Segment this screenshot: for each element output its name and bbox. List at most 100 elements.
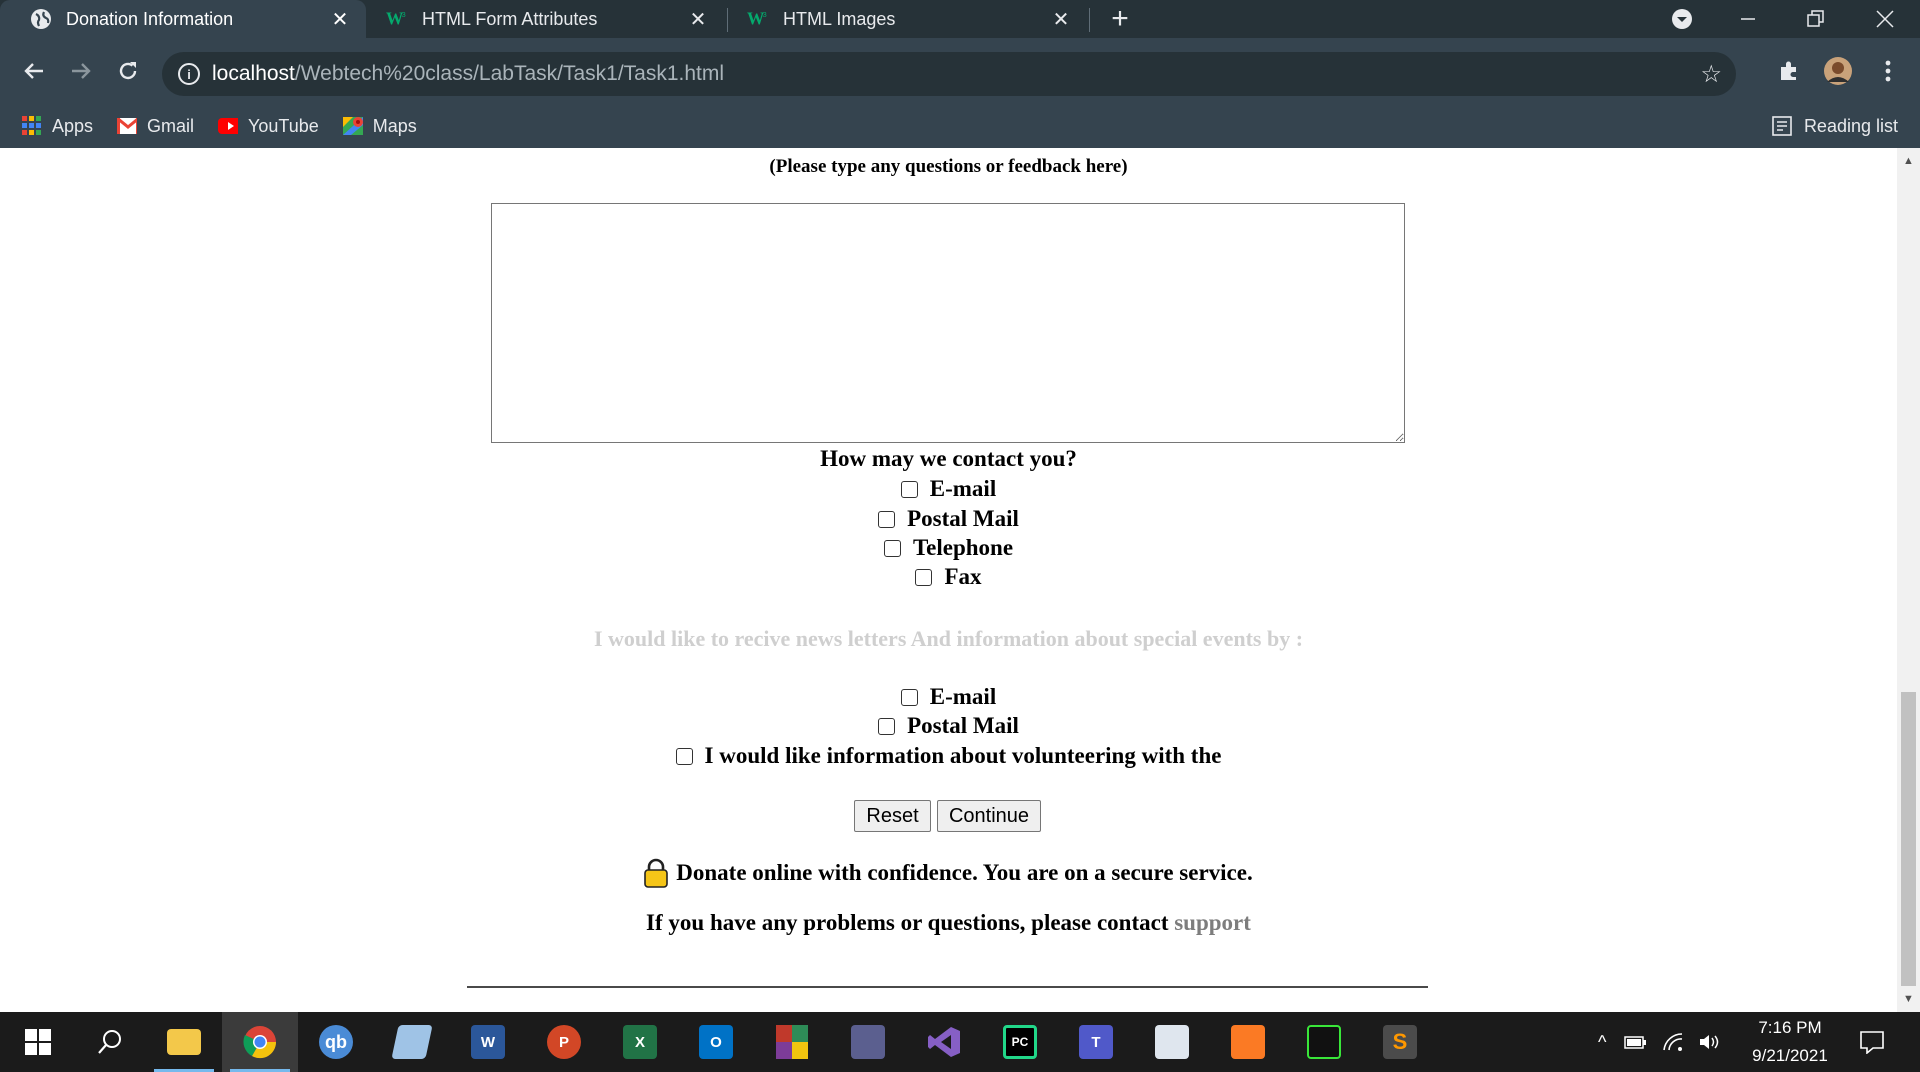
close-tab-icon[interactable]: ✕ xyxy=(684,7,712,32)
tab-donation-information[interactable]: Donation Information ✕ xyxy=(0,0,366,38)
reading-list-icon xyxy=(1772,116,1792,136)
taskbar-database-app[interactable] xyxy=(830,1012,906,1072)
problems-line: If you have any problems or questions, p… xyxy=(0,910,1897,936)
taskbar-outlook[interactable]: O xyxy=(678,1012,754,1072)
taskbar-teams[interactable]: T xyxy=(1058,1012,1134,1072)
taskbar-file-explorer[interactable] xyxy=(146,1012,222,1072)
taskbar-visual-studio[interactable] xyxy=(906,1012,982,1072)
forward-button[interactable] xyxy=(59,38,103,104)
taskbar-word[interactable]: W xyxy=(450,1012,526,1072)
scroll-up-arrow-icon[interactable]: ▲ xyxy=(1897,152,1920,170)
taskbar-emulator[interactable] xyxy=(1286,1012,1362,1072)
option-label: Fax xyxy=(944,564,982,589)
continue-button[interactable]: Continue xyxy=(937,800,1041,832)
taskbar-powerpoint[interactable]: P xyxy=(526,1012,602,1072)
site-info-icon[interactable]: i xyxy=(178,63,200,85)
restore-button[interactable] xyxy=(1786,0,1846,38)
back-arrow-icon xyxy=(24,63,43,79)
search-button[interactable] xyxy=(72,1012,148,1072)
chevron-up-icon[interactable]: ^ xyxy=(1598,1032,1606,1053)
back-button[interactable] xyxy=(12,38,56,104)
notification-center-button[interactable] xyxy=(1834,1012,1910,1072)
tab-html-images[interactable]: W3 HTML Images ✕ xyxy=(727,0,1087,38)
taskbar-excel[interactable]: X xyxy=(602,1012,678,1072)
start-button[interactable] xyxy=(0,1012,76,1072)
reload-icon xyxy=(119,62,137,80)
checkbox[interactable] xyxy=(675,747,693,765)
remote-desktop-icon xyxy=(1155,1025,1189,1059)
bookmark-star-icon[interactable]: ☆ xyxy=(1700,60,1722,89)
taskbar-winrar[interactable] xyxy=(754,1012,830,1072)
reset-button[interactable]: Reset xyxy=(854,800,931,832)
volume-icon xyxy=(1700,1035,1719,1049)
tab-search-button[interactable] xyxy=(1652,0,1712,38)
bookmark-label: YouTube xyxy=(248,115,319,136)
taskbar-remote-desktop[interactable] xyxy=(1134,1012,1210,1072)
close-tab-icon[interactable]: ✕ xyxy=(1047,7,1075,32)
url-host: localhost xyxy=(212,62,295,85)
volunteer-option[interactable]: I would like information about volunteer… xyxy=(0,741,1897,771)
bookmark-gmail[interactable]: Gmail xyxy=(117,116,194,137)
contact-option-telephone[interactable]: Telephone xyxy=(0,533,1897,563)
checkbox[interactable] xyxy=(878,510,896,528)
restore-icon xyxy=(1807,10,1824,27)
extensions-button[interactable] xyxy=(1767,38,1811,104)
bookmark-maps[interactable]: Maps xyxy=(342,116,417,137)
globe-icon xyxy=(30,8,52,30)
new-tab-button[interactable]: + xyxy=(1090,0,1150,38)
page-scrollbar[interactable]: ▲ ▼ xyxy=(1897,148,1920,1012)
contact-option-fax[interactable]: Fax xyxy=(0,562,1897,592)
bookmark-apps[interactable]: Apps xyxy=(22,116,93,137)
excel-icon: X xyxy=(623,1025,657,1059)
svg-text:3: 3 xyxy=(402,10,406,19)
navigation-bar: i localhost/Webtech%20class/LabTask/Task… xyxy=(0,38,1920,104)
lock-icon xyxy=(644,858,669,888)
search-icon xyxy=(98,1030,121,1054)
newsletter-option-postal-mail[interactable]: Postal Mail xyxy=(0,711,1897,741)
option-label: E-mail xyxy=(929,684,997,709)
checkbox[interactable] xyxy=(883,539,901,557)
feedback-textarea[interactable] xyxy=(491,203,1405,443)
checkbox[interactable] xyxy=(900,480,918,498)
newsletter-option-email[interactable]: E-mail xyxy=(0,682,1897,712)
scroll-down-arrow-icon[interactable]: ▼ xyxy=(1897,990,1920,1008)
apps-grid-icon xyxy=(22,116,42,136)
profile-avatar[interactable] xyxy=(1816,38,1860,104)
scrollbar-thumb[interactable] xyxy=(1901,692,1916,986)
taskbar-xampp[interactable] xyxy=(1210,1012,1286,1072)
avatar-icon xyxy=(1824,57,1852,85)
minimize-button[interactable] xyxy=(1718,0,1778,38)
taskbar-chrome[interactable] xyxy=(222,1012,298,1072)
address-bar[interactable]: i localhost/Webtech%20class/LabTask/Task… xyxy=(162,52,1736,96)
tab-title: Donation Information xyxy=(66,8,234,29)
taskbar-pycharm[interactable]: PC xyxy=(982,1012,1058,1072)
pycharm-icon: PC xyxy=(1003,1025,1037,1059)
secure-notice: Donate online with confidence. You are o… xyxy=(0,858,1897,888)
option-label: Telephone xyxy=(912,535,1014,560)
bookmark-label: Gmail xyxy=(147,115,195,136)
close-tab-icon[interactable]: ✕ xyxy=(326,7,354,32)
checkbox[interactable] xyxy=(900,688,918,706)
more-vertical-icon xyxy=(1885,60,1891,82)
checkbox[interactable] xyxy=(878,717,896,735)
taskbar-notes-app[interactable] xyxy=(374,1012,450,1072)
option-label: Postal Mail xyxy=(907,713,1019,738)
taskbar-sublime-text[interactable]: S xyxy=(1362,1012,1438,1072)
reading-list-button[interactable]: Reading list xyxy=(1772,104,1898,148)
tab-html-form-attributes[interactable]: W3 HTML Form Attributes ✕ xyxy=(366,0,724,38)
tab-title: HTML Images xyxy=(783,8,896,29)
url-text[interactable]: localhost/Webtech%20class/LabTask/Task1/… xyxy=(212,62,724,86)
bookmark-youtube[interactable]: YouTube xyxy=(218,116,319,137)
contact-option-email[interactable]: E-mail xyxy=(0,474,1897,504)
support-link[interactable]: support xyxy=(1174,910,1251,935)
reload-button[interactable] xyxy=(106,38,150,104)
tab-title: HTML Form Attributes xyxy=(422,8,598,29)
close-window-button[interactable] xyxy=(1855,0,1915,38)
checkbox[interactable] xyxy=(915,568,933,586)
qbittorrent-icon: qb xyxy=(319,1025,353,1059)
xampp-icon xyxy=(1231,1025,1265,1059)
contact-option-postal-mail[interactable]: Postal Mail xyxy=(0,504,1897,534)
taskbar-qbittorrent[interactable]: qb xyxy=(298,1012,374,1072)
puzzle-icon xyxy=(1781,61,1796,80)
browser-menu-button[interactable] xyxy=(1866,38,1910,104)
